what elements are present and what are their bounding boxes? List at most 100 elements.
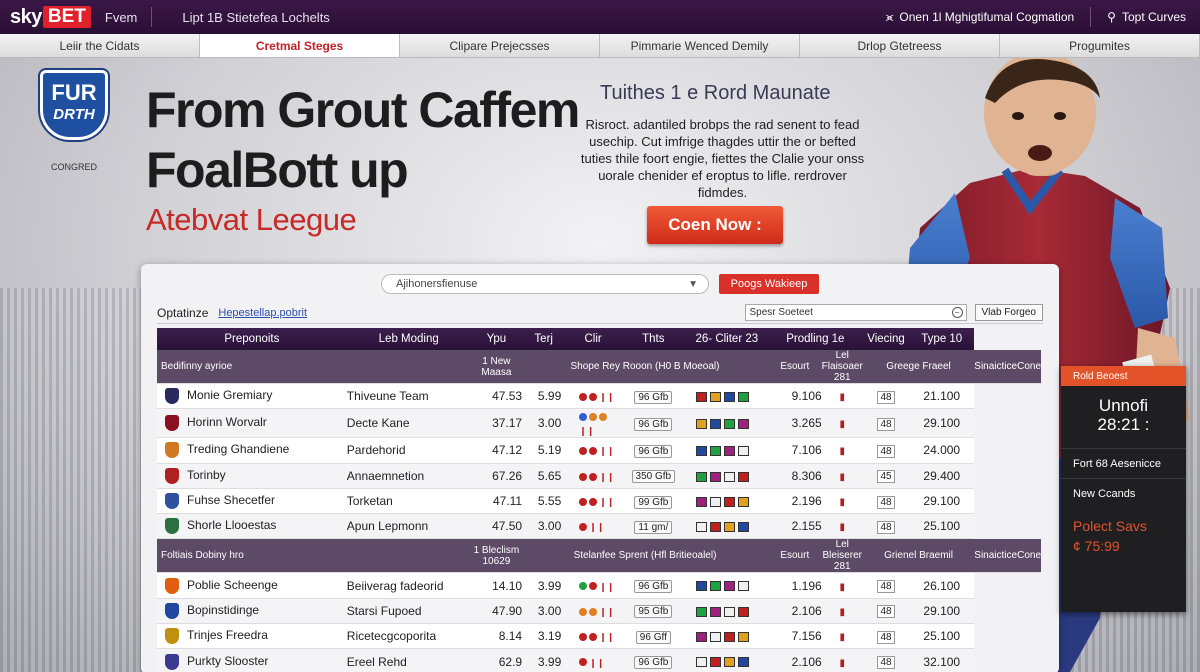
team-cell[interactable]: Bopinstidinge <box>157 598 347 625</box>
team-cell[interactable]: Horinn Worvalr <box>157 408 347 439</box>
odds-box[interactable]: 96 Gff <box>635 630 671 644</box>
price-cell[interactable]: 3.99 <box>522 572 566 599</box>
table-row[interactable]: Poblie Scheenge Beiiverag fadeorid 14.10 3.… <box>157 572 1041 599</box>
stepper-cell[interactable]: 48 <box>862 488 910 515</box>
table-row[interactable]: Monie Gremiary Thiveune Team 47.53 5.99 ❙❙ 96… <box>157 383 1041 410</box>
odds-box-cell[interactable]: 96 Gfb <box>620 383 686 410</box>
odds-box-cell[interactable]: 96 Gfb <box>620 437 686 464</box>
odds-box-cell[interactable]: 11 gm/ <box>620 513 686 540</box>
team-cell[interactable]: Fuhse Shecetfer <box>157 488 347 515</box>
quantity-stepper[interactable]: 48 <box>877 630 895 644</box>
price-cell[interactable]: 3.00 <box>522 513 566 540</box>
col-header[interactable]: Thts <box>620 328 686 350</box>
clear-icon[interactable]: – <box>951 307 963 318</box>
quantity-stepper[interactable]: 48 <box>877 417 895 431</box>
odds-box[interactable]: 95 Gfb <box>634 605 673 619</box>
widget-price[interactable]: Polect Savs ¢ 75:99 <box>1061 516 1186 556</box>
widget-link[interactable]: New Ccands <box>1061 478 1186 508</box>
widget-link[interactable]: Fort 68 Aesenicce <box>1061 448 1186 478</box>
odds-box-cell[interactable]: 95 Gfb <box>620 598 686 625</box>
col-header[interactable]: Terj <box>522 328 566 350</box>
odds-box[interactable]: 350 Gfb <box>631 470 676 484</box>
nav-tab-progumites[interactable]: Progumites <box>1000 34 1200 57</box>
team-cell[interactable]: Torinby <box>157 463 347 489</box>
stepper-cell[interactable]: 48 <box>862 513 910 540</box>
odds-box-cell[interactable]: 350 Gfb <box>620 463 686 489</box>
team-cell[interactable]: Shorle Llooestas <box>157 513 347 540</box>
price-cell[interactable]: 5.55 <box>522 488 566 515</box>
quantity-stepper[interactable]: 48 <box>877 390 895 404</box>
odds-box-cell[interactable]: 96 Gfb <box>620 572 686 599</box>
search-button[interactable]: Poogs Wakieep <box>719 274 819 294</box>
league-badge-logo[interactable]: FUR DRTH CONGRED <box>36 70 112 172</box>
quantity-stepper[interactable]: 48 <box>877 605 895 619</box>
nav-tab-cidats[interactable]: Leiir the Cidats <box>0 34 200 57</box>
team-cell[interactable]: Purkty Slooster <box>157 648 347 672</box>
table-row[interactable]: Treding Ghandiene Pardehorid 47.12 5.19 ❙❙ 96… <box>157 437 1041 464</box>
col-header[interactable]: Type 10 <box>909 328 975 350</box>
table-row[interactable]: Purkty Slooster Ereel Rehd 62.9 3.99 ❙❙ 96 Gf… <box>157 648 1041 672</box>
quantity-stepper[interactable]: 45 <box>877 470 895 484</box>
nav-tab-demily[interactable]: Pimmarie Wenced Demily <box>600 34 800 57</box>
quantity-stepper[interactable]: 48 <box>877 444 895 458</box>
team-cell[interactable]: Trinjes Freedra <box>157 623 347 650</box>
quantity-stepper[interactable]: 48 <box>877 580 895 594</box>
nav-tab-steges[interactable]: Cretmal Steges <box>200 34 400 57</box>
odds-box-cell[interactable]: 96 Gfb <box>620 648 686 672</box>
options-link[interactable]: Hepestellap.pobrit <box>218 307 307 319</box>
quantity-stepper[interactable]: 48 <box>877 520 895 534</box>
table-row[interactable]: Horinn Worvalr Decte Kane 37.17 3.00 ❙❙ 96 Gf… <box>157 408 1041 439</box>
odds-box-cell[interactable]: 96 Gfb <box>620 408 686 439</box>
open-now-button[interactable]: Coen Now : <box>647 206 783 244</box>
table-row[interactable]: Fuhse Shecetfer Torketan 47.11 5.55 ❙❙ 99 Gfb… <box>157 488 1041 515</box>
odds-box-cell[interactable]: 99 Gfb <box>620 488 686 515</box>
col-header[interactable]: Ypu <box>470 328 523 350</box>
odds-box[interactable]: 96 Gfb <box>634 444 673 458</box>
col-header[interactable]: 26- Cliter 23 <box>685 328 768 350</box>
col-header[interactable]: Leb Moding <box>346 328 471 350</box>
price-cell[interactable]: 3.99 <box>522 648 566 672</box>
price-cell[interactable]: 3.19 <box>522 623 566 650</box>
odds-box[interactable]: 11 gm/ <box>634 520 673 534</box>
price-cell[interactable]: 3.00 <box>522 408 566 439</box>
stepper-cell[interactable]: 48 <box>862 437 910 464</box>
filter-button[interactable]: Vlab Forgeo <box>974 304 1043 321</box>
price-cell[interactable]: 5.99 <box>522 383 566 410</box>
col-header[interactable]: Preponoits <box>157 328 347 350</box>
odds-box[interactable]: 99 Gfb <box>634 495 673 509</box>
table-row[interactable]: Trinjes Freedra Ricetecgcoporita 8.14 3.19 ❙… <box>157 623 1041 650</box>
odds-box[interactable]: 96 Gfb <box>634 390 673 404</box>
filter-input[interactable]: Spesr Soeteet – <box>744 304 967 321</box>
team-cell[interactable]: Monie Gremiary <box>157 383 347 410</box>
col-header[interactable]: Viecing <box>862 328 910 350</box>
stepper-cell[interactable]: 48 <box>862 383 910 410</box>
price-cell[interactable]: 5.19 <box>522 437 566 464</box>
top-link-2[interactable]: ⚲ Topt Curves <box>1107 10 1186 24</box>
odds-box[interactable]: 96 Gfb <box>634 580 673 594</box>
team-cell[interactable]: Poblie Scheenge <box>157 572 347 599</box>
quantity-stepper[interactable]: 48 <box>877 656 895 670</box>
col-header[interactable]: Clir <box>565 328 621 350</box>
brand-logo-bet[interactable]: BET <box>42 6 91 28</box>
price-cell[interactable]: 5.65 <box>522 463 566 489</box>
stepper-cell[interactable]: 48 <box>862 572 910 599</box>
top-link-1[interactable]: ⪤ Onen 1l Mghigtifumal Cogmation <box>886 10 1075 25</box>
nav-tab-prejecsses[interactable]: Clipare Prejecsses <box>400 34 600 57</box>
quantity-stepper[interactable]: 48 <box>877 495 895 509</box>
stepper-cell[interactable]: 48 <box>862 648 910 672</box>
table-row[interactable]: Torinby Annaemnetion 67.26 5.65 ❙❙ 350 Gfb 8.3… <box>157 463 1041 489</box>
odds-box-cell[interactable]: 96 Gff <box>620 623 686 650</box>
odds-box[interactable]: 96 Gfb <box>634 656 673 670</box>
brand-logo-sky[interactable]: sky <box>10 6 42 29</box>
stepper-cell[interactable]: 48 <box>862 623 910 650</box>
col-header[interactable]: Prodling 1e <box>767 328 863 350</box>
search-input[interactable]: Ajihonersfienuse ▼ <box>381 274 709 294</box>
top-menu-item[interactable]: Fvem <box>105 10 138 25</box>
chevron-down-icon[interactable]: ▼ <box>688 279 698 290</box>
stepper-cell[interactable]: 48 <box>862 598 910 625</box>
stepper-cell[interactable]: 45 <box>862 463 910 489</box>
team-cell[interactable]: Treding Ghandiene <box>157 437 347 464</box>
top-title[interactable]: Lipt 1B Stietefea Lochelts <box>182 10 329 25</box>
nav-tab-gtetreess[interactable]: Drlop Gtetreess <box>800 34 1000 57</box>
stepper-cell[interactable]: 48 <box>862 408 910 439</box>
